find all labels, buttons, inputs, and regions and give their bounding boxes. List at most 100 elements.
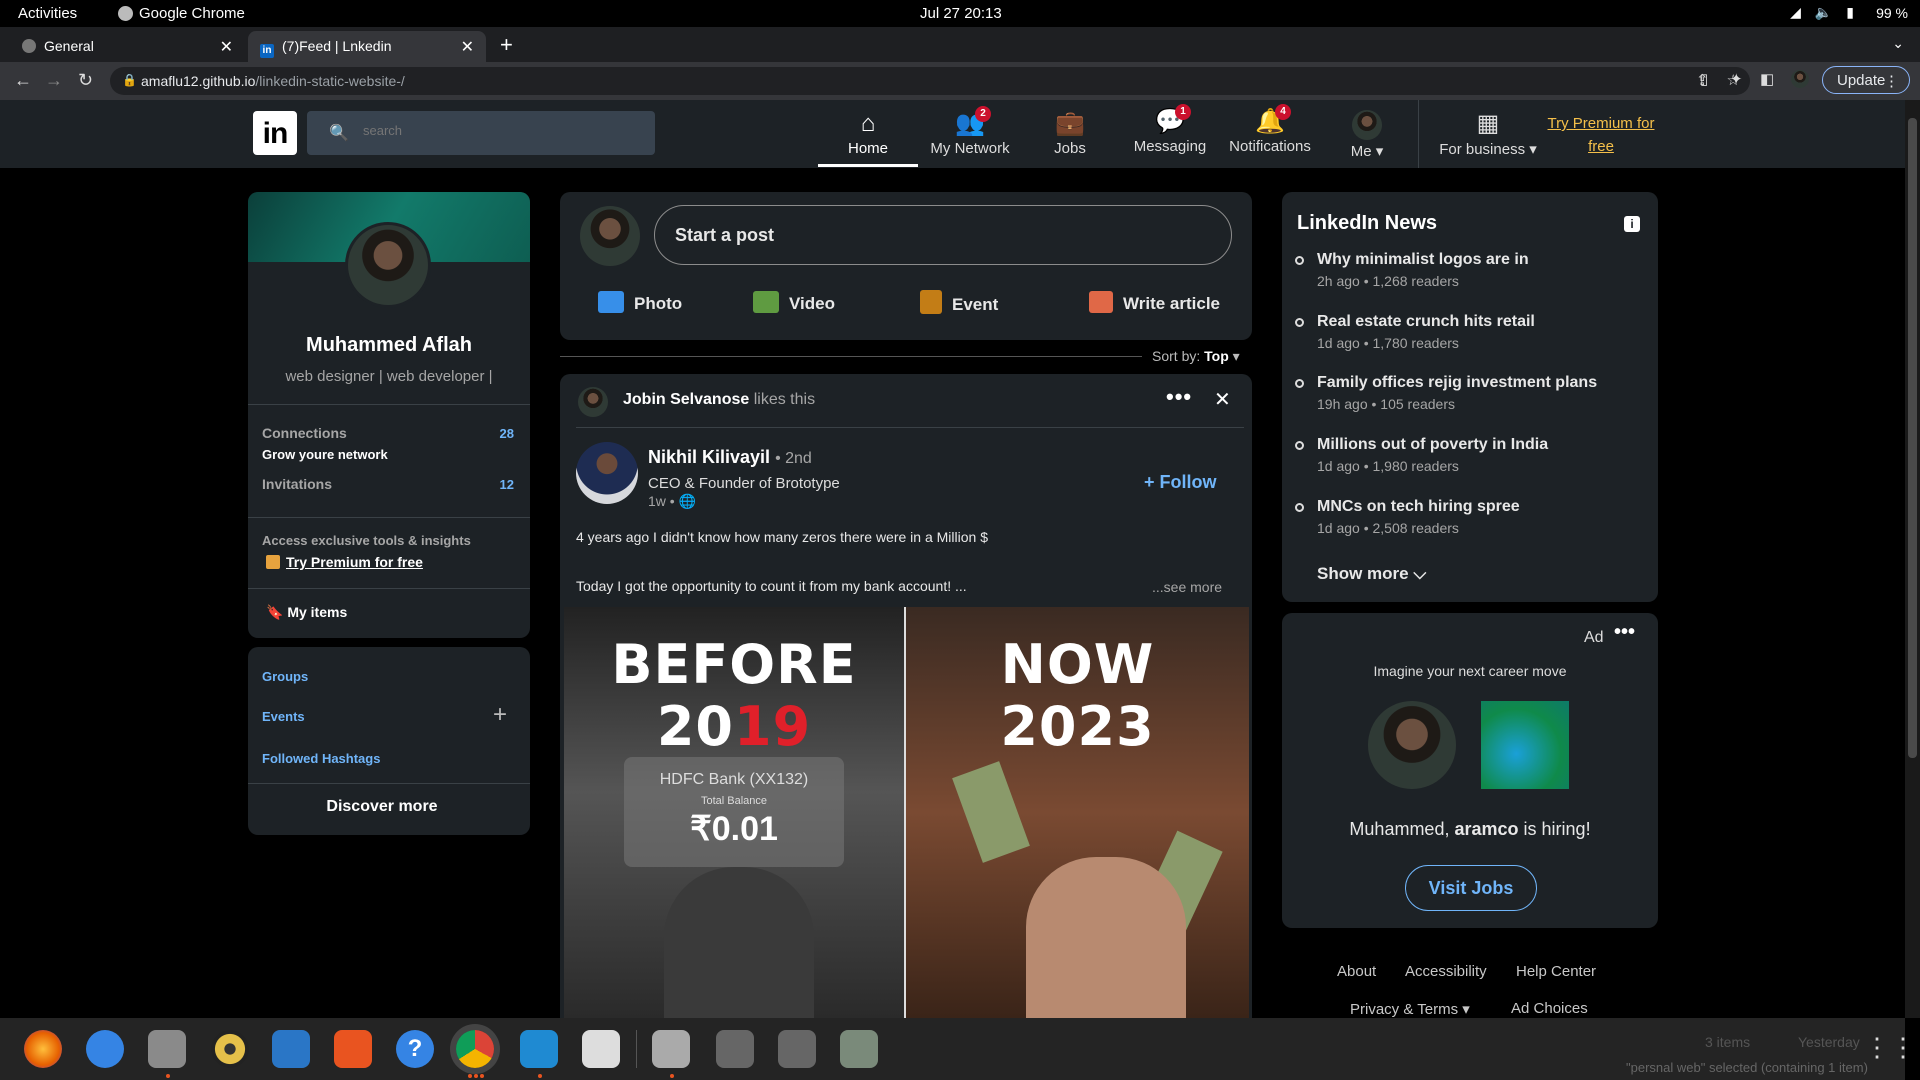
footer-link-help-center[interactable]: Help Center: [1516, 963, 1596, 980]
browser-tab[interactable]: General ✕: [10, 31, 245, 62]
try-premium-link[interactable]: Try Premium for free: [1541, 112, 1661, 158]
software-icon[interactable]: [334, 1030, 372, 1068]
extension-icon[interactable]: ▯: [1700, 70, 1708, 88]
liker-name[interactable]: Jobin Selvanose: [623, 391, 749, 408]
event-button[interactable]: Event: [920, 290, 998, 315]
nav-notifications[interactable]: 🔔 4 Notifications: [1223, 104, 1317, 166]
thunderbird-icon[interactable]: [86, 1030, 124, 1068]
photo-button[interactable]: Photo: [598, 291, 682, 314]
hiring-text: Muhammed, aramco is hiring!: [1282, 819, 1658, 840]
ad-label: Ad: [1584, 629, 1604, 646]
profile-avatar[interactable]: [345, 222, 431, 308]
info-icon[interactable]: i: [1624, 216, 1640, 232]
forward-icon[interactable]: →: [45, 70, 63, 91]
avatar[interactable]: [580, 206, 640, 266]
running-indicator: [474, 1074, 478, 1078]
invitations-label[interactable]: Invitations: [262, 476, 332, 492]
firefox-icon[interactable]: [24, 1030, 62, 1068]
try-premium-link[interactable]: Try Premium for free: [286, 554, 423, 570]
nav-home[interactable]: ⌂ Home: [818, 106, 918, 168]
premium-row[interactable]: Try Premium for free: [266, 554, 423, 570]
page-scrollbar[interactable]: [1905, 100, 1920, 1018]
nav-jobs[interactable]: 💼 Jobs: [1030, 106, 1110, 168]
system-top-bar: Activities Google Chrome Jul 27 20:13 ◢ …: [0, 0, 1920, 27]
search-box[interactable]: 🔍: [307, 111, 655, 155]
profile-name[interactable]: Muhammed Aflah: [248, 334, 530, 357]
lock-icon[interactable]: 🔒: [122, 73, 137, 87]
profile-avatar[interactable]: [1791, 70, 1809, 88]
drive-icon[interactable]: [716, 1030, 754, 1068]
running-indicator: [480, 1074, 484, 1078]
new-tab-button[interactable]: +: [500, 32, 513, 58]
nav-for-business[interactable]: ▦ For business ▾: [1428, 106, 1548, 168]
add-event-icon[interactable]: +: [493, 701, 507, 729]
post-image-now[interactable]: NOW 2023: [906, 607, 1249, 1018]
close-icon[interactable]: ✕: [461, 37, 474, 57]
tab-search-icon[interactable]: ⌄: [1892, 35, 1904, 52]
browser-tab-active[interactable]: in (7)Feed | Lnkedin ✕: [248, 31, 486, 62]
events-link[interactable]: Events: [262, 709, 305, 724]
document-viewer-icon[interactable]: [582, 1030, 620, 1068]
rhythmbox-icon[interactable]: [211, 1030, 249, 1068]
footer-link-about[interactable]: About: [1337, 963, 1376, 980]
clock[interactable]: Jul 27 20:13: [920, 5, 1002, 22]
close-icon[interactable]: ✕: [220, 37, 233, 57]
address-bar[interactable]: 🔒 amaflu12.github.io/linkedin-static-web…: [110, 67, 1750, 95]
search-input[interactable]: [363, 123, 623, 138]
app-grid-icon[interactable]: ⋮⋮⋮: [1864, 1032, 1920, 1063]
my-items-link[interactable]: 🔖 My items: [266, 604, 347, 621]
trash-icon[interactable]: [840, 1030, 878, 1068]
avatar[interactable]: [578, 387, 608, 417]
reload-icon[interactable]: ↻: [78, 70, 93, 91]
bookmark-icon: 🔖: [266, 604, 284, 620]
files-icon[interactable]: [148, 1030, 186, 1068]
vscode-icon[interactable]: [520, 1030, 558, 1068]
invitations-count[interactable]: 12: [500, 477, 514, 492]
groups-link[interactable]: Groups: [262, 669, 308, 684]
search-icon[interactable]: [652, 1030, 690, 1068]
write-article-button[interactable]: Write article: [1089, 291, 1220, 314]
see-more-link[interactable]: ...see more: [1152, 579, 1222, 595]
sort-control[interactable]: Sort by: Top ▾: [1152, 348, 1240, 365]
back-icon[interactable]: ←: [14, 70, 32, 91]
discover-more-button[interactable]: Discover more: [248, 798, 516, 816]
update-button[interactable]: Update ⋮: [1822, 66, 1910, 94]
nav-my-network[interactable]: 👥 2 My Network: [925, 106, 1015, 168]
system-tray[interactable]: ◢ 🔈 ▮: [1790, 4, 1854, 21]
close-icon[interactable]: ✕: [1214, 387, 1231, 412]
nav-me[interactable]: Me ▾: [1337, 106, 1397, 168]
footer-link-privacy[interactable]: Privacy & Terms ▾: [1350, 1000, 1470, 1018]
grow-network-link[interactable]: Grow youre network: [262, 447, 388, 462]
caret-down-icon: ▾: [1525, 141, 1537, 158]
post-image-before[interactable]: BEFORE 2019 HDFC Bank (XX132) Total Bala…: [564, 607, 904, 1018]
author-avatar[interactable]: [576, 442, 638, 504]
chrome-icon[interactable]: [456, 1030, 494, 1068]
scrollbar-thumb[interactable]: [1908, 118, 1917, 758]
footer-link-ad-choices[interactable]: Ad Choices: [1511, 1000, 1588, 1017]
side-panel-icon[interactable]: ◧: [1760, 70, 1774, 88]
puzzle-icon[interactable]: ✦: [1730, 70, 1743, 88]
update-label: Update: [1837, 72, 1886, 89]
linkedin-logo[interactable]: in: [253, 111, 297, 155]
follow-button[interactable]: + Follow: [1144, 472, 1217, 493]
video-button[interactable]: Video: [753, 291, 835, 314]
more-options-icon[interactable]: •••: [1166, 384, 1192, 410]
author-name[interactable]: Nikhil Kilivayil: [648, 447, 770, 467]
hashtags-link[interactable]: Followed Hashtags: [262, 751, 380, 766]
connections-label[interactable]: Connections: [262, 425, 347, 441]
writer-icon[interactable]: [272, 1030, 310, 1068]
help-icon[interactable]: ?: [396, 1030, 434, 1068]
start-post-button[interactable]: Start a post: [654, 205, 1232, 265]
footer-link-accessibility[interactable]: Accessibility: [1405, 963, 1487, 980]
bullet-icon: [1295, 256, 1304, 265]
show-more-button[interactable]: Show more ⌵: [1317, 564, 1426, 584]
url-text[interactable]: amaflu12.github.io/linkedin-static-websi…: [141, 73, 405, 89]
status-items: 3 items: [1705, 1034, 1751, 1050]
drive-icon[interactable]: [778, 1030, 816, 1068]
app-menu[interactable]: Google Chrome: [139, 5, 245, 22]
nav-messaging[interactable]: 💬 1 Messaging: [1125, 104, 1215, 166]
activities-button[interactable]: Activities: [18, 5, 77, 22]
visit-jobs-button[interactable]: Visit Jobs: [1405, 865, 1537, 911]
more-options-icon[interactable]: •••: [1614, 621, 1635, 644]
connections-count[interactable]: 28: [500, 426, 514, 441]
